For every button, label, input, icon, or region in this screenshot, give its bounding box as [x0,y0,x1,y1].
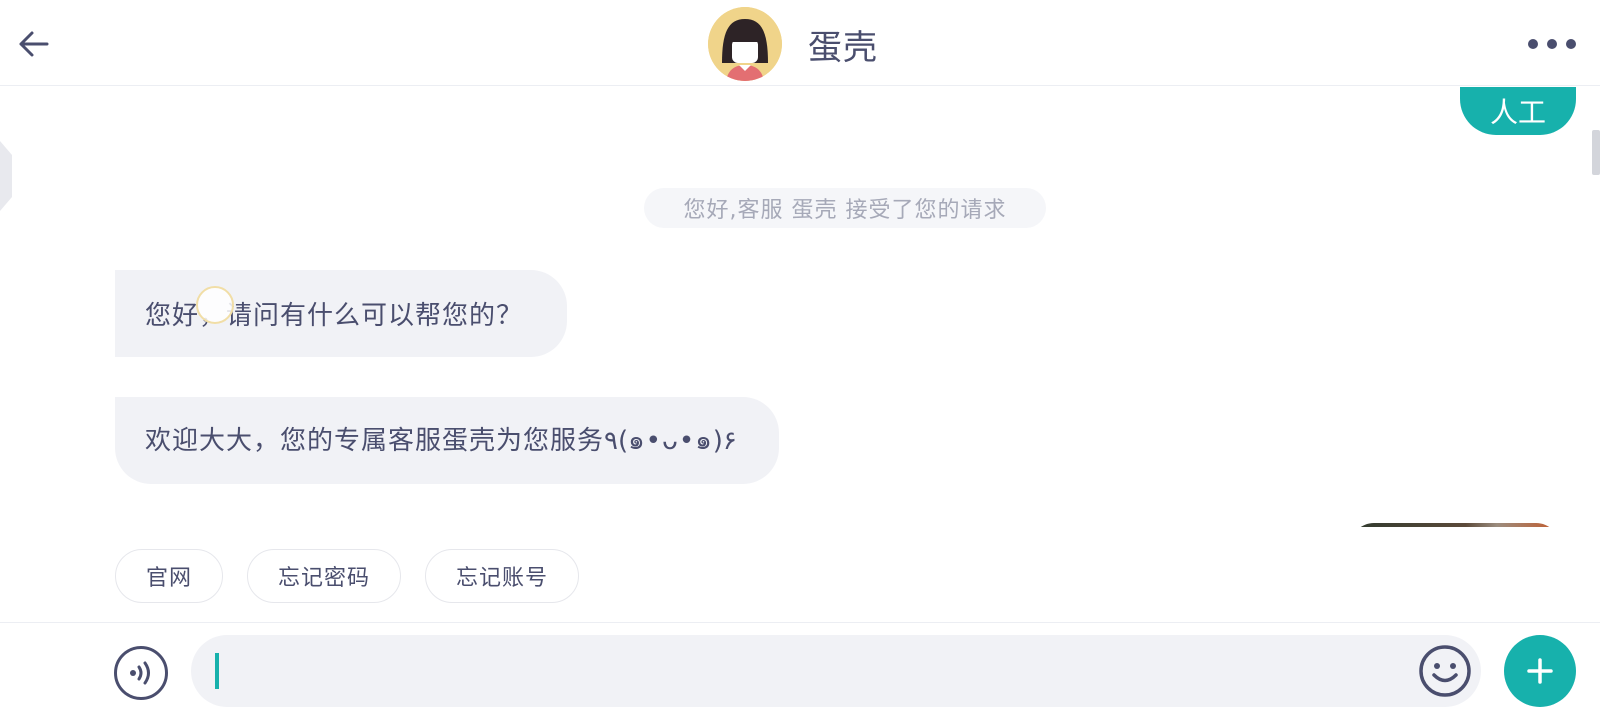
side-drawer-handle[interactable] [0,141,12,211]
user-message-bubble: 人工 [1459,87,1576,135]
text-caret [215,653,219,689]
more-dots-icon [1528,39,1538,49]
more-dots-icon [1547,39,1557,49]
message-composer [0,622,1600,720]
message-input-box[interactable] [191,635,1481,707]
quick-reply-forgot-password[interactable]: 忘记密码 [247,549,402,603]
more-actions-button[interactable] [1504,635,1576,707]
plus-icon [1527,658,1553,684]
touch-indicator [196,286,234,324]
back-button[interactable] [16,26,52,62]
message-list[interactable]: 人工 您好,客服 蛋壳 接受了您的请求 您好，请问有什么可以帮您的？ 欢迎大大，… [0,87,1600,527]
more-options-button[interactable] [1528,28,1576,60]
voice-icon [130,661,150,685]
scrollbar[interactable] [1592,130,1600,175]
page-title: 蛋壳 [808,27,878,68]
message-input[interactable] [225,635,1365,707]
more-dots-icon [1566,39,1576,49]
quick-reply-forgot-account[interactable]: 忘记账号 [425,549,580,603]
quick-reply-website[interactable]: 官网 [115,549,224,603]
quick-reply-bar: 官网 忘记密码 忘记账号 [115,549,580,603]
chat-title-group: 蛋壳 [708,7,878,81]
image-card-preview[interactable] [1350,523,1560,527]
system-notice: 您好,客服 蛋壳 接受了您的请求 [644,188,1046,228]
agent-message-bubble: 欢迎大大，您的专属客服蛋壳为您服务٩(๑•ᴗ•๑)۶ [115,397,779,484]
arrow-left-icon [19,31,49,57]
agent-avatar[interactable] [708,7,782,81]
voice-input-button[interactable] [114,646,168,700]
chat-header: 蛋壳 [0,0,1600,86]
emoji-smile-icon[interactable] [1417,643,1473,699]
agent-message-bubble: 您好，请问有什么可以帮您的？ [115,270,567,357]
